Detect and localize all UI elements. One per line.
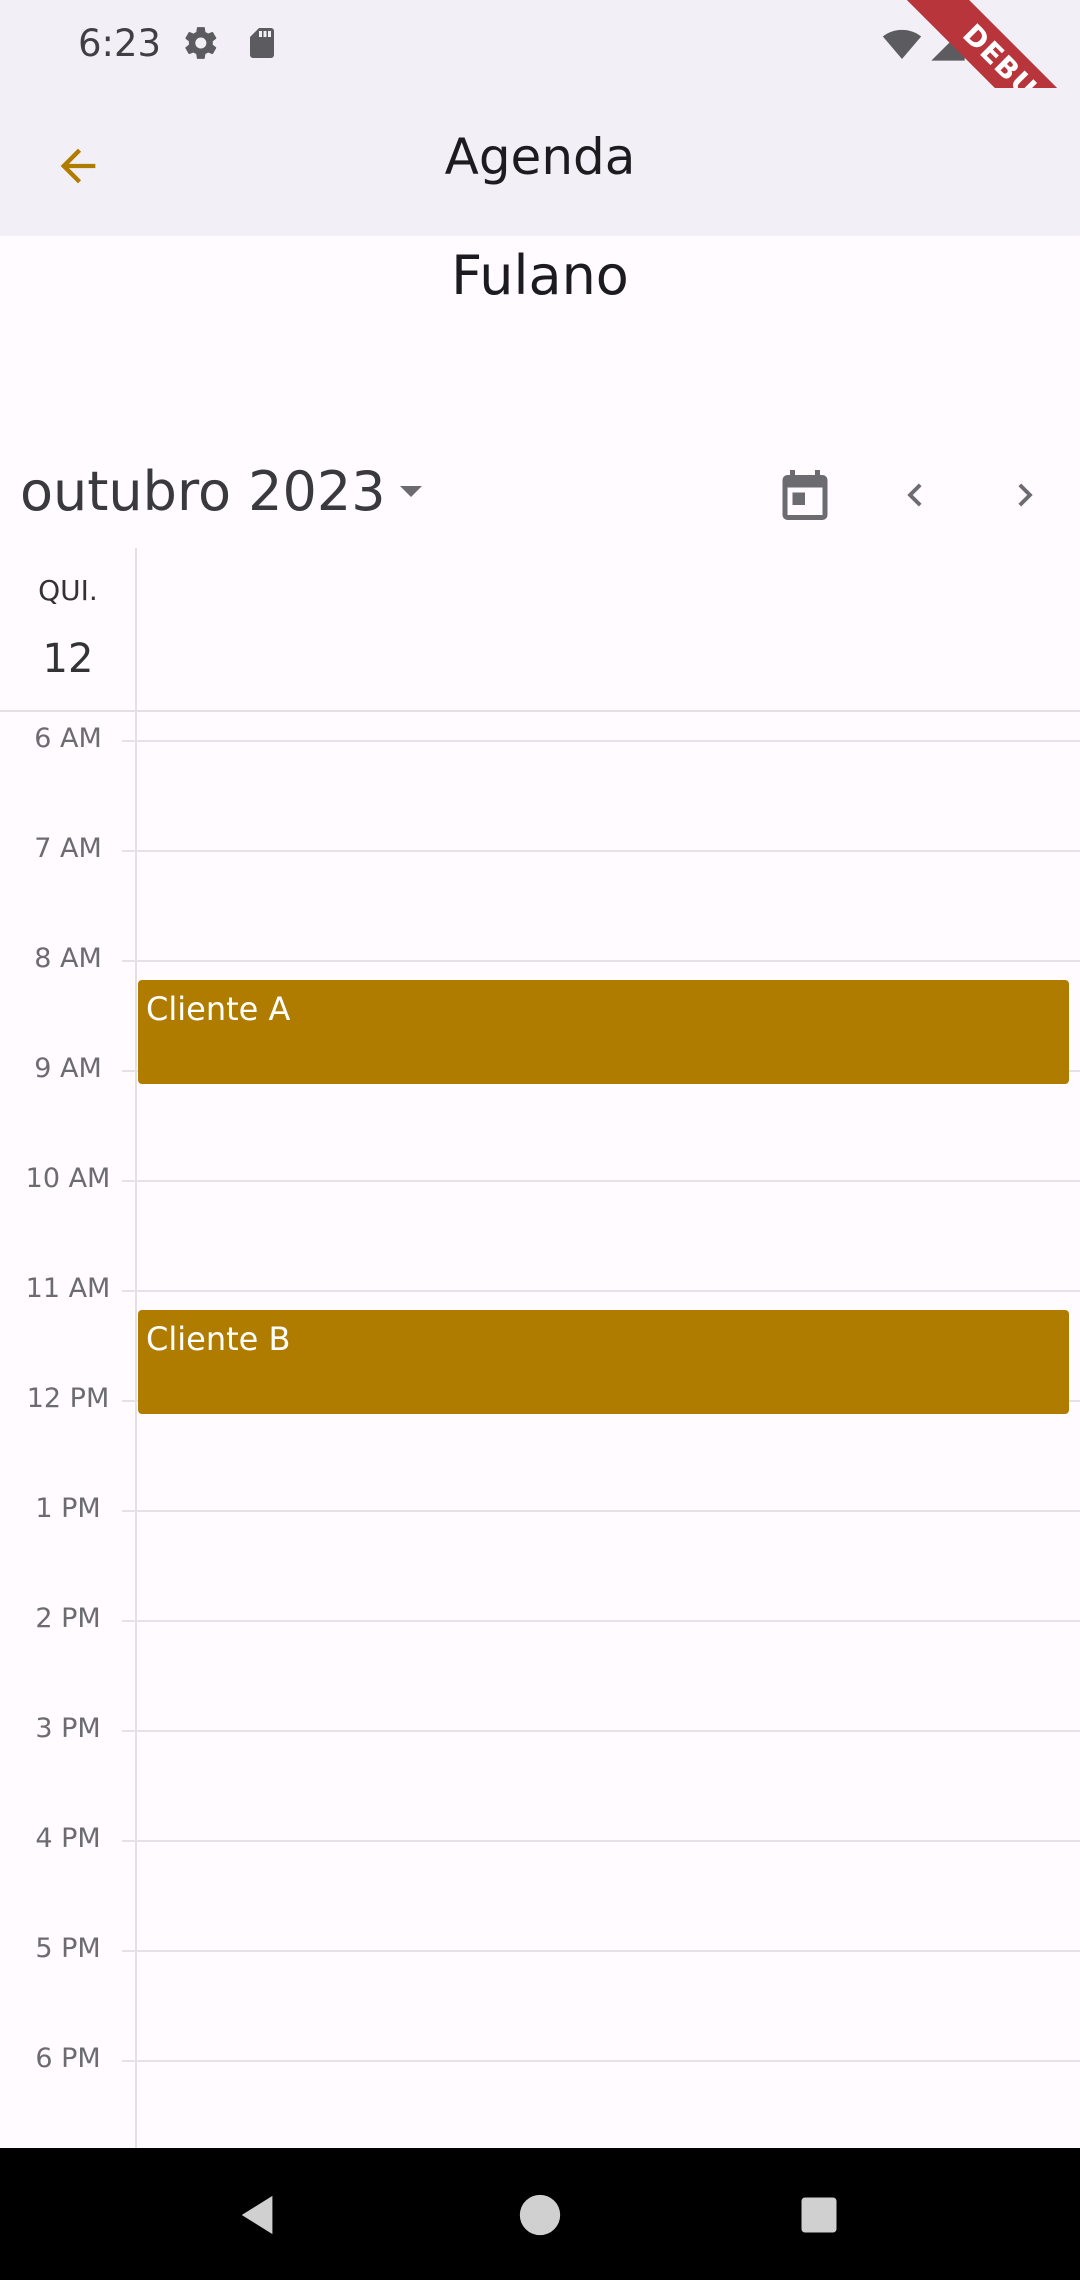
hour-line: [122, 1840, 1080, 1842]
status-time: 6:23: [78, 22, 162, 65]
nav-recents-button[interactable]: [784, 2180, 854, 2250]
hour-label: 9 AM: [34, 1053, 102, 1084]
chevron-left-icon: [907, 483, 922, 507]
next-button[interactable]: [990, 460, 1060, 530]
gear-icon: [182, 24, 220, 66]
hour-label: 6 AM: [34, 723, 102, 754]
hour-line: [122, 1730, 1080, 1732]
hour-label: 4 PM: [35, 1823, 101, 1854]
day-number: 12: [42, 636, 94, 682]
calendar-header: outubro 2023: [0, 450, 1080, 540]
hour-label: 1 PM: [35, 1493, 101, 1524]
hour-label: 6 PM: [35, 2043, 101, 2074]
event-card[interactable]: Cliente A: [138, 980, 1069, 1084]
dropdown-caret-icon: [399, 486, 422, 497]
today-button[interactable]: [770, 460, 840, 530]
recents-square-icon: [801, 2197, 837, 2233]
sd-card-icon: [244, 24, 280, 66]
nav-back-button[interactable]: [224, 2180, 294, 2250]
month-selector[interactable]: outubro 2023: [20, 460, 422, 523]
person-name: Fulano: [451, 244, 629, 307]
hour-label: 12 PM: [26, 1383, 110, 1414]
hour-line: [122, 1620, 1080, 1622]
hour-line: [122, 1180, 1080, 1182]
hour-label: 7 AM: [34, 833, 102, 864]
calendar-today-icon: [782, 470, 828, 520]
header-divider: [0, 710, 1080, 712]
app-bar: Agenda: [0, 88, 1080, 236]
hour-line: [122, 2060, 1080, 2062]
hour-line: [122, 740, 1080, 742]
hour-label: 8 AM: [34, 943, 102, 974]
page-title: Agenda: [444, 128, 636, 186]
hour-label: 2 PM: [35, 1603, 101, 1634]
nav-home-button[interactable]: [505, 2180, 575, 2250]
hour-line: [122, 850, 1080, 852]
system-nav-bar: [0, 2148, 1080, 2280]
month-label: outubro 2023: [20, 460, 386, 523]
hour-line: [122, 1510, 1080, 1512]
previous-button[interactable]: [880, 460, 950, 530]
day-name: QUI.: [38, 574, 98, 607]
back-triangle-icon: [241, 2195, 273, 2235]
chevron-right-icon: [1018, 483, 1033, 507]
hour-line: [122, 960, 1080, 962]
event-title: Cliente B: [146, 1320, 291, 1358]
hour-label: 3 PM: [35, 1713, 101, 1744]
status-bar: 6:23 DEBUG: [0, 0, 1080, 178]
hour-line: [122, 1290, 1080, 1292]
hour-line: [122, 1950, 1080, 1952]
hour-label: 5 PM: [35, 1933, 101, 1964]
day-header[interactable]: QUI. 12: [0, 548, 136, 710]
event-title: Cliente A: [146, 990, 291, 1028]
event-card[interactable]: Cliente B: [138, 1310, 1069, 1414]
home-circle-icon: [519, 2194, 561, 2236]
time-column-divider: [135, 548, 137, 2148]
hour-label: 11 AM: [25, 1273, 111, 1304]
hour-label: 10 AM: [25, 1163, 111, 1194]
